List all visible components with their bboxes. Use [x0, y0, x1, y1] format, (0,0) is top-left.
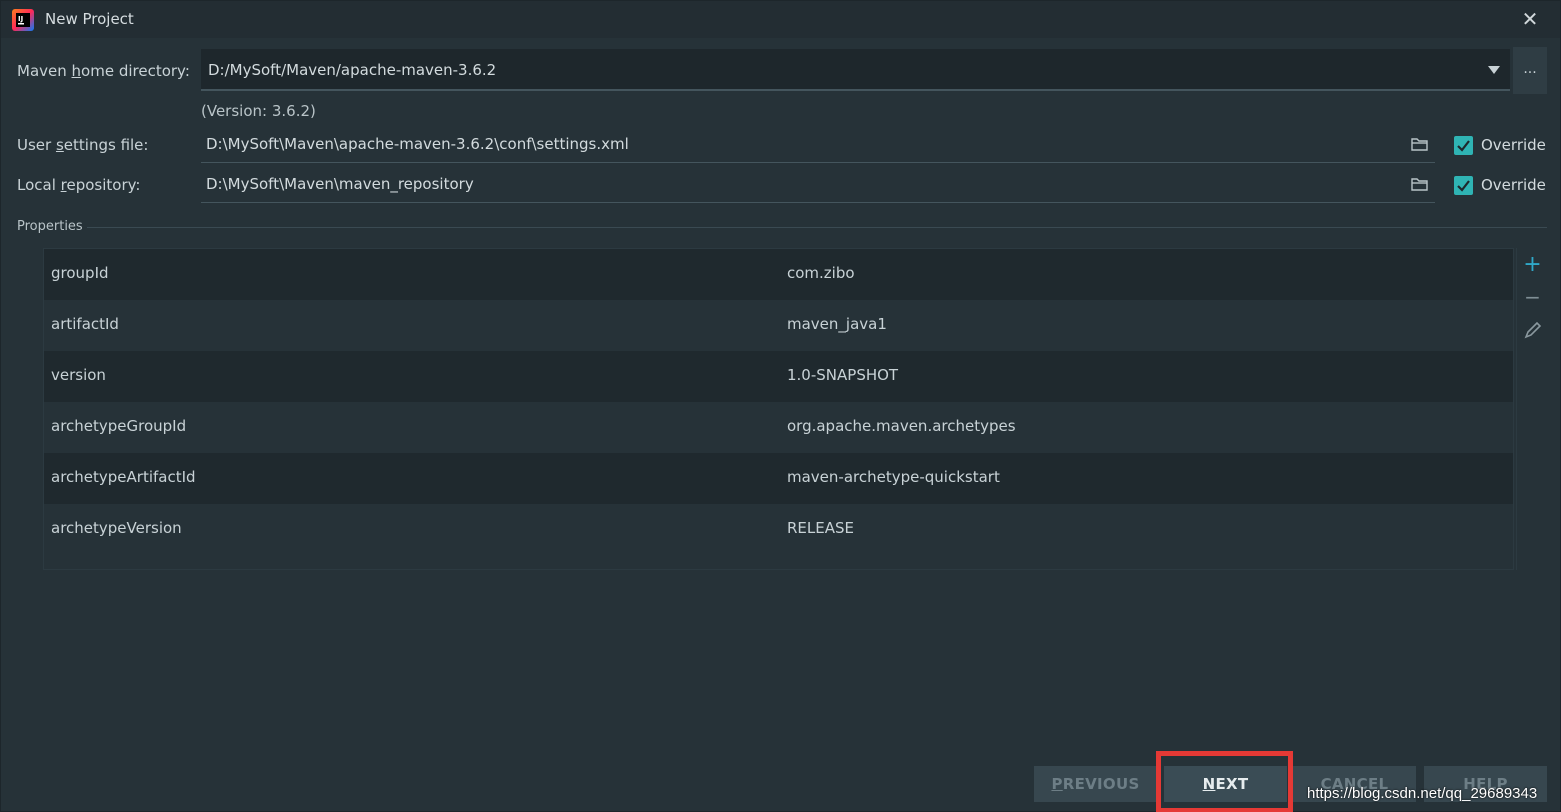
- folder-icon[interactable]: [1411, 177, 1429, 191]
- maven-home-value: D:/MySoft/Maven/apache-maven-3.6.2: [208, 61, 497, 79]
- table-row[interactable]: archetypeGroupId org.apache.maven.archet…: [44, 402, 1513, 453]
- property-key: artifactId: [51, 315, 119, 333]
- maven-version-note: (Version: 3.6.2): [201, 102, 316, 120]
- previous-mnemonic: P: [1051, 775, 1063, 793]
- table-row[interactable]: version 1.0-SNAPSHOT: [44, 351, 1513, 402]
- property-value[interactable]: org.apache.maven.archetypes: [787, 417, 1016, 435]
- maven-home-combobox[interactable]: D:/MySoft/Maven/apache-maven-3.6.2: [201, 49, 1510, 91]
- local-repo-value: D:\MySoft\Maven\maven_repository: [206, 175, 474, 193]
- local-repo-label: Local repository:: [17, 176, 140, 194]
- local-repo-field[interactable]: D:\MySoft\Maven\maven_repository: [201, 169, 1435, 203]
- close-icon[interactable]: ✕: [1520, 8, 1540, 30]
- new-project-dialog: IJ New Project ✕ Maven home directory: D…: [0, 0, 1561, 812]
- edit-pencil-icon[interactable]: [1517, 316, 1548, 346]
- maven-home-label: Maven home directory:: [17, 62, 190, 80]
- add-icon[interactable]: +: [1517, 250, 1548, 280]
- title-bar: IJ New Project ✕: [1, 1, 1560, 38]
- maven-home-label-mnemonic: h: [71, 62, 82, 80]
- previous-label: REVIOUS: [1062, 775, 1140, 793]
- properties-toolbar: + −: [1516, 248, 1547, 570]
- maven-home-label-part: Maven: [17, 62, 72, 80]
- section-divider: [87, 227, 1547, 228]
- user-settings-value: D:\MySoft\Maven\apache-maven-3.6.2\conf\…: [206, 135, 629, 153]
- property-value[interactable]: maven_java1: [787, 315, 887, 333]
- watermark: https://blog.csdn.net/qq_29689343: [1307, 785, 1538, 802]
- local-repo-label-part: epository:: [66, 176, 141, 194]
- property-key: version: [51, 366, 106, 384]
- properties-section-title: Properties: [17, 219, 83, 234]
- repo-override-checkbox[interactable]: [1454, 176, 1473, 195]
- next-button-highlight: [1156, 751, 1293, 812]
- property-key: groupId: [51, 264, 109, 282]
- checkmark-icon: [1457, 180, 1470, 192]
- user-settings-label: User settings file:: [17, 136, 148, 154]
- table-row[interactable]: artifactId maven_java1: [44, 300, 1513, 351]
- window-title: New Project: [45, 10, 134, 28]
- property-value[interactable]: maven-archetype-quickstart: [787, 468, 1000, 486]
- property-value[interactable]: 1.0-SNAPSHOT: [787, 366, 898, 384]
- local-repo-label-part: Local: [17, 176, 61, 194]
- chevron-down-icon[interactable]: [1488, 66, 1500, 74]
- previous-button[interactable]: PREVIOUS: [1034, 766, 1157, 802]
- svg-text:IJ: IJ: [18, 15, 23, 23]
- browse-button[interactable]: ...: [1513, 47, 1547, 94]
- table-row[interactable]: archetypeVersion RELEASE: [44, 504, 1513, 555]
- user-settings-label-part: User: [17, 136, 56, 154]
- property-value[interactable]: com.zibo: [787, 264, 855, 282]
- property-key: archetypeGroupId: [51, 417, 187, 435]
- user-settings-label-part: ettings file:: [63, 136, 149, 154]
- repo-override-label[interactable]: Override: [1481, 176, 1546, 194]
- properties-table: groupId com.zibo artifactId maven_java1 …: [43, 248, 1514, 570]
- settings-override-label[interactable]: Override: [1481, 136, 1546, 154]
- property-key: archetypeArtifactId: [51, 468, 196, 486]
- user-settings-field[interactable]: D:\MySoft\Maven\apache-maven-3.6.2\conf\…: [201, 129, 1435, 163]
- intellij-logo-icon: IJ: [12, 9, 34, 31]
- folder-icon[interactable]: [1411, 137, 1429, 151]
- checkmark-icon: [1457, 140, 1470, 152]
- settings-override-checkbox[interactable]: [1454, 136, 1473, 155]
- maven-home-label-part: ome directory:: [81, 62, 190, 80]
- table-row[interactable]: groupId com.zibo: [44, 249, 1513, 300]
- property-key: archetypeVersion: [51, 519, 182, 537]
- property-value[interactable]: RELEASE: [787, 519, 854, 537]
- table-row[interactable]: archetypeArtifactId maven-archetype-quic…: [44, 453, 1513, 504]
- remove-icon[interactable]: −: [1517, 282, 1548, 312]
- user-settings-label-mnemonic: s: [55, 136, 64, 154]
